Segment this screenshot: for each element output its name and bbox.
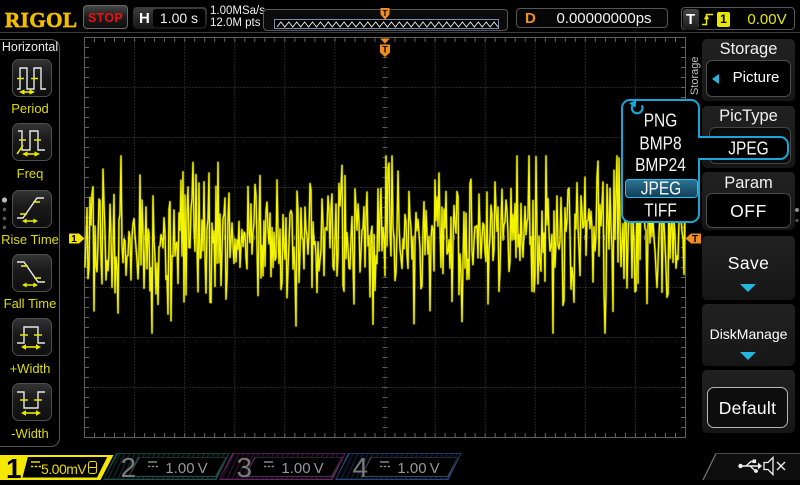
svg-text:T: T: [382, 45, 388, 55]
svg-text:1: 1: [71, 234, 77, 245]
svg-text:T: T: [383, 9, 388, 18]
svg-text:T: T: [692, 234, 698, 245]
